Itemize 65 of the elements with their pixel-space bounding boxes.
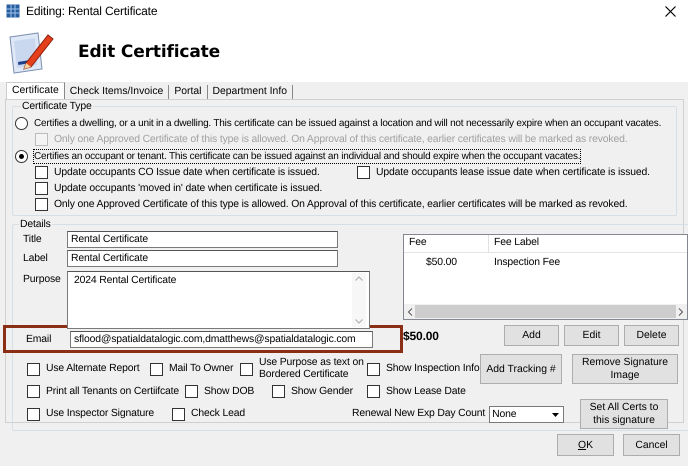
checkbox-label: Update occupants CO Issue date when certificate is issued. (54, 167, 320, 178)
checkbox[interactable] (172, 408, 185, 420)
checkbox[interactable] (367, 385, 380, 398)
dialog-button[interactable]: Cancel (623, 434, 680, 456)
dropdown-label: Renewal New Exp Day Count (352, 408, 486, 420)
checkbox-label: Use Purpose as text on Bordered Certificate (259, 357, 365, 381)
checkbox[interactable] (27, 408, 40, 420)
checkbox[interactable] (240, 362, 253, 376)
input-field[interactable]: Rental Certificate (67, 231, 338, 248)
checkbox-label: Mail To Owner (169, 363, 234, 375)
group-label: Details (19, 219, 52, 230)
checkbox-label: Show DOB (204, 386, 254, 398)
checkbox[interactable] (272, 385, 285, 398)
dialog-button[interactable]: OK (557, 434, 614, 456)
field-label: Label (22, 252, 49, 264)
checkbox[interactable] (35, 198, 48, 211)
radio-button[interactable] (15, 117, 28, 130)
dropdown[interactable]: None (489, 406, 564, 422)
checkbox-label: Use Inspector Signature (46, 408, 154, 420)
checkbox-label: Update occupants 'moved in' date when certificate is issued. (54, 183, 322, 194)
field-label: Email (25, 333, 52, 345)
input-field[interactable]: sflood@spatialdatalogic.com,dmatthews@spatialdatalogic.com (70, 331, 373, 348)
radio-label: Certifies an occupant or tenant. This certificate can be issued against an individual and should expire when the occupant vacates. (33, 149, 582, 164)
fee-button[interactable]: Edit (564, 325, 619, 346)
column-header[interactable]: Fee Label (489, 235, 687, 252)
checkbox-label: Update occupants lease issue date when certificate is issued. (376, 167, 650, 178)
checkbox-label: Use Alternate Report (46, 363, 140, 375)
checkbox-label: Print all Tenants on Certiifcate (46, 386, 180, 398)
fee-button[interactable]: Add (504, 325, 559, 346)
radio-button[interactable] (15, 150, 28, 163)
checkbox[interactable] (35, 182, 48, 195)
window-title: Editing: Rental Certificate (26, 4, 158, 18)
dialog-heading: Edit Certificate (78, 42, 220, 62)
checkbox-label: Show Lease Date (386, 386, 466, 398)
checkbox-label: Check Lead (191, 408, 245, 420)
checkbox-label: Only one Approved Certificate of this type is allowed. On Approval of this certificate, earlier certificates will be marked as revoked. (54, 199, 628, 210)
fee-list[interactable]: Fee Fee Label $50.00 Inspection Fee (403, 234, 688, 320)
fee-total: $50.00 (403, 328, 440, 342)
checkbox-label: Only one Approved Certificate of this type is allowed. On Approval of this certificate, earlier certificates will be marked as revoked. (54, 134, 628, 145)
action-button[interactable]: Set All Certs to this signature (580, 399, 668, 429)
fee-button[interactable]: Delete (624, 325, 679, 346)
input-field[interactable]: Rental Certificate (67, 250, 338, 267)
checkbox-label: Show Gender (291, 386, 353, 398)
tab[interactable]: Certificate (6, 82, 65, 99)
radio-label: Certifies a dwelling, or a unit in a dwelling. This certificate can be issued against a location and will not necessarily expire when an occupant vacates. (33, 117, 662, 131)
checkbox[interactable] (185, 385, 198, 398)
action-button[interactable]: Remove Signature Image (572, 354, 678, 384)
scroll-right-icon[interactable] (678, 308, 684, 316)
scrollbar-thumb[interactable] (415, 305, 676, 318)
checkbox[interactable] (367, 362, 380, 376)
checkbox[interactable] (357, 166, 370, 179)
checkbox[interactable] (27, 385, 40, 398)
table-cell-text: $50.00 (425, 256, 458, 268)
field-label: Purpose (22, 273, 62, 285)
checkbox[interactable] (35, 166, 48, 179)
checkbox[interactable] (150, 362, 163, 376)
checkbox[interactable] (27, 362, 40, 376)
table-cell-text: Inspection Fee (493, 256, 560, 268)
column-header[interactable]: Fee (404, 235, 489, 252)
app-icon (6, 4, 20, 18)
group-label: Certificate Type (21, 101, 93, 112)
field-label: Title (22, 233, 42, 245)
checkbox-label: Show Inspection Info (386, 363, 480, 375)
scroll-left-icon[interactable] (407, 308, 413, 316)
action-button[interactable]: Add Tracking # (480, 354, 562, 384)
